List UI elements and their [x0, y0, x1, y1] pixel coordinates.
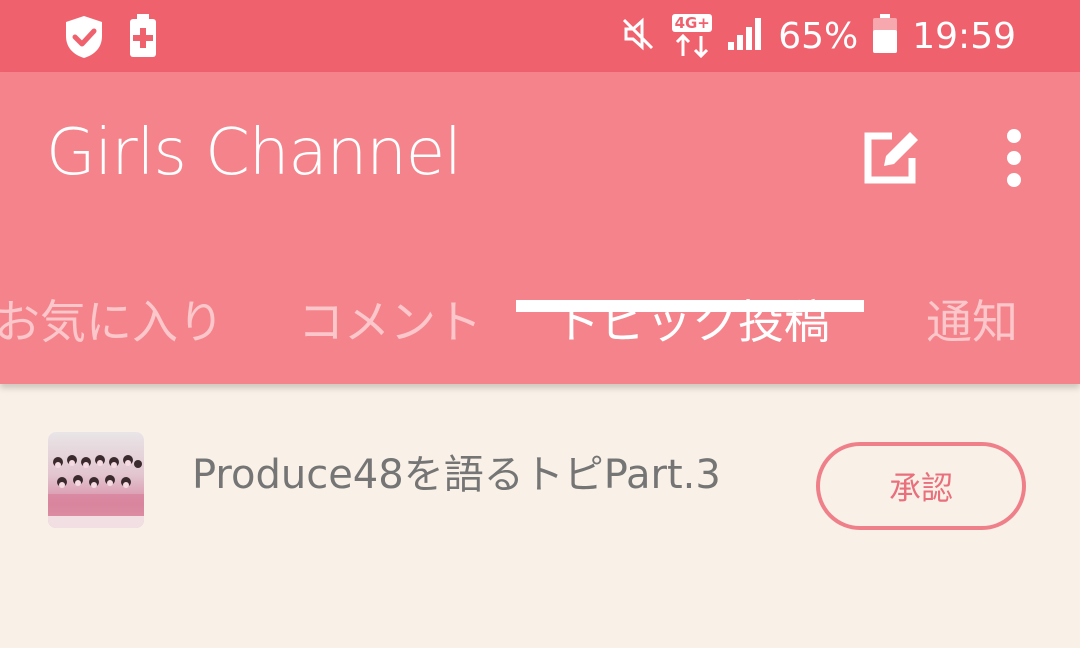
approve-button[interactable]: 承認 [816, 442, 1026, 530]
battery-plus-icon [128, 14, 158, 64]
topic-thumbnail [48, 432, 144, 528]
tab-favorites[interactable]: お気に入り [0, 286, 224, 352]
tab-topic-posts[interactable]: トピック投稿 [554, 286, 830, 352]
status-right: 4G+ 65% 19:59 [618, 0, 1016, 72]
clock: 19:59 [912, 15, 1016, 57]
edit-button[interactable] [856, 122, 928, 194]
battery-icon [872, 14, 898, 58]
more-options-button[interactable] [986, 122, 1042, 194]
status-bar: 4G+ 65% 19:59 [0, 0, 1080, 72]
more-vert-icon [1007, 129, 1021, 187]
tab-notifications[interactable]: 通知 [926, 286, 1018, 352]
network-type: 4G+ [672, 14, 713, 32]
topic-title: Produce48を語るトピPart.3 [192, 452, 721, 498]
active-tab-indicator [516, 300, 864, 312]
signal-icon [726, 16, 764, 56]
app-title: Girls Channel [46, 116, 462, 190]
status-left-icons [62, 14, 158, 64]
tab-bar: お気に入り コメント トピック投稿 通知 [0, 268, 1080, 384]
list-item[interactable]: Produce48を語るトピPart.3 承認 [0, 384, 1080, 584]
4g-data-icon: 4G+ [672, 14, 713, 58]
mute-icon [618, 14, 658, 58]
battery-percent: 65% [778, 15, 859, 57]
edit-icon [864, 132, 918, 184]
shield-check-icon [62, 14, 106, 64]
app-bar: Girls Channel お気に入り コメント トピック投稿 通知 [0, 72, 1080, 384]
tab-comments[interactable]: コメント [298, 286, 482, 352]
